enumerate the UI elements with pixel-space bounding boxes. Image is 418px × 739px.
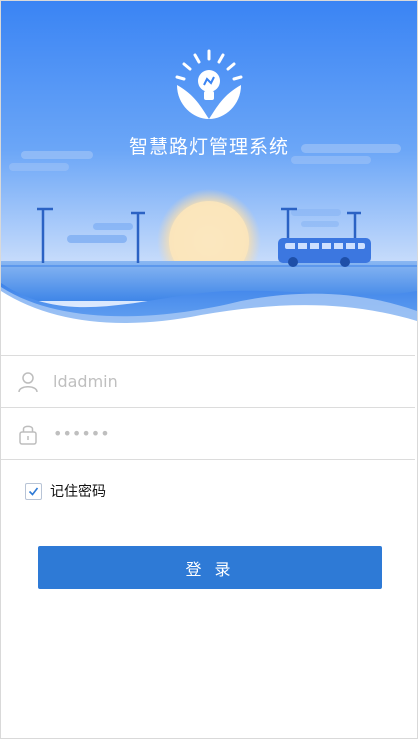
remember-label: 记住密码 [50,484,106,500]
username-input[interactable] [53,372,353,391]
password-row [1,407,415,460]
remember-checkbox[interactable] [25,482,42,500]
login-button[interactable]: 登 录 [38,546,382,589]
user-icon [18,371,38,392]
password-input[interactable] [53,424,353,443]
lightbulb-logo-icon [175,49,243,119]
hero-banner: 智慧路灯管理系统 [1,1,417,331]
app-title: 智慧路灯管理系统 [128,136,289,158]
bus-illustration [278,238,371,267]
check-icon [28,487,39,496]
login-page: 智慧路灯管理系统 记住密码 登 录 [0,0,418,739]
lock-icon [19,425,37,445]
username-row [1,355,415,407]
remember-password[interactable]: 记住密码 [25,481,106,501]
